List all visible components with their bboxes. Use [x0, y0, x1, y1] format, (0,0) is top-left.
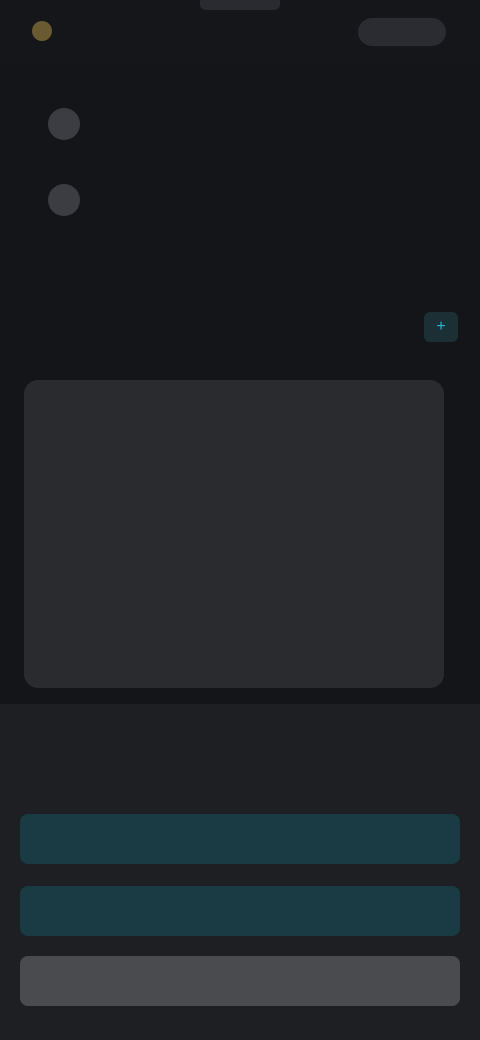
logo-icon	[32, 21, 52, 41]
content-card[interactable]	[24, 380, 444, 688]
circle-icon	[48, 184, 80, 216]
circle-icon	[48, 108, 80, 140]
sheet-secondary-button[interactable]	[20, 956, 460, 1006]
menu-item-1[interactable]	[44, 104, 344, 144]
app-logo[interactable]	[32, 18, 142, 44]
sheet-primary-button-1[interactable]	[20, 814, 460, 864]
menu-item-2[interactable]	[44, 180, 344, 220]
plus-icon: +	[436, 318, 446, 335]
sheet-primary-button-2[interactable]	[20, 886, 460, 936]
notch-indicator	[200, 0, 280, 10]
top-right-action[interactable]	[358, 18, 446, 46]
top-bar	[0, 0, 480, 64]
account-pill[interactable]	[358, 18, 446, 46]
section-action-button[interactable]: +	[424, 312, 458, 342]
bottom-sheet	[0, 704, 480, 1040]
